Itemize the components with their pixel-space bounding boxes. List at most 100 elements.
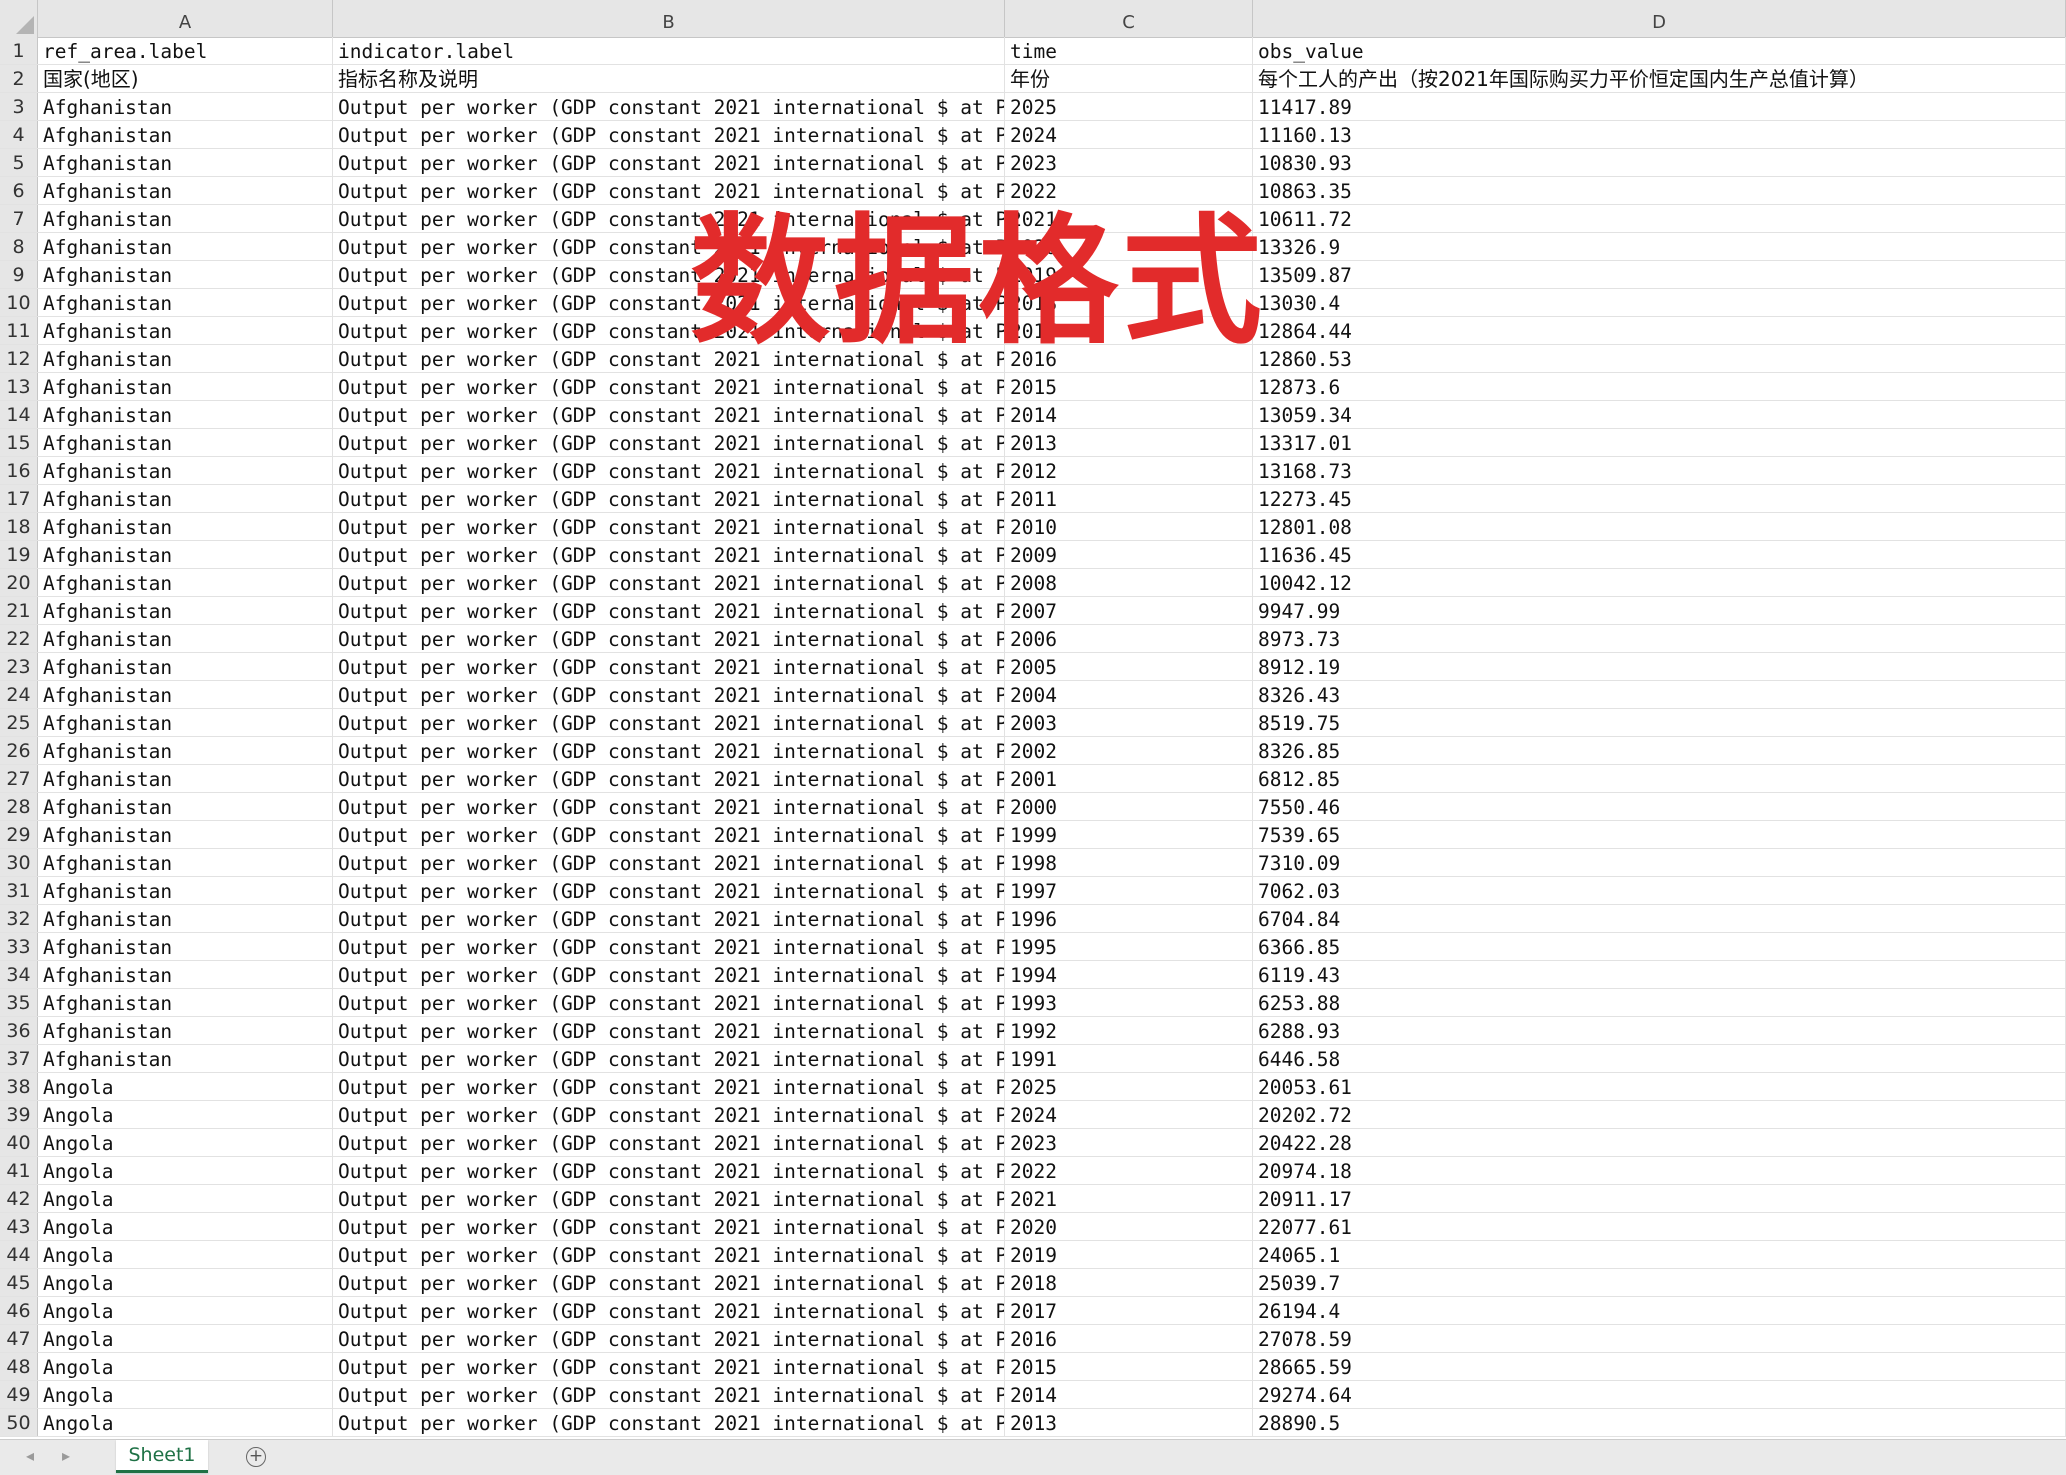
cell-c[interactable]: 2022 <box>1005 1157 1253 1184</box>
cell-d[interactable]: 12801.08 <box>1253 513 2066 540</box>
cell-d[interactable]: 8326.43 <box>1253 681 2066 708</box>
cell-d[interactable]: 11417.89 <box>1253 93 2066 120</box>
cell-a[interactable]: Afghanistan <box>38 177 333 204</box>
row-number[interactable]: 4 <box>0 121 38 148</box>
tab-nav-prev-icon[interactable]: ◂ <box>26 1446 34 1465</box>
cell-b[interactable]: Output per worker (GDP constant 2021 int… <box>333 961 1005 988</box>
cell-c[interactable]: 2010 <box>1005 513 1253 540</box>
cell-b[interactable]: Output per worker (GDP constant 2021 int… <box>333 1045 1005 1072</box>
cell-c[interactable]: 1997 <box>1005 877 1253 904</box>
cell-a[interactable]: Afghanistan <box>38 289 333 316</box>
cell-a[interactable]: Afghanistan <box>38 485 333 512</box>
cell-d[interactable]: 9947.99 <box>1253 597 2066 624</box>
cell-b[interactable]: Output per worker (GDP constant 2021 int… <box>333 1353 1005 1380</box>
row-number[interactable]: 46 <box>0 1297 38 1324</box>
cell-b[interactable]: Output per worker (GDP constant 2021 int… <box>333 1381 1005 1408</box>
cell-d[interactable]: 12273.45 <box>1253 485 2066 512</box>
row-number[interactable]: 13 <box>0 373 38 400</box>
cell-a[interactable]: Afghanistan <box>38 345 333 372</box>
cell-a[interactable]: Angola <box>38 1409 333 1436</box>
cell-a[interactable]: Angola <box>38 1185 333 1212</box>
cell-a[interactable]: Afghanistan <box>38 513 333 540</box>
cell-c[interactable]: 2018 <box>1005 1269 1253 1296</box>
cell-d[interactable]: 7310.09 <box>1253 849 2066 876</box>
cell-c[interactable]: 1996 <box>1005 905 1253 932</box>
cell-b[interactable]: Output per worker (GDP constant 2021 int… <box>333 933 1005 960</box>
cell-d[interactable]: 20053.61 <box>1253 1073 2066 1100</box>
cell-b[interactable]: Output per worker (GDP constant 2021 int… <box>333 261 1005 288</box>
row-number[interactable]: 40 <box>0 1129 38 1156</box>
cell-a[interactable]: Afghanistan <box>38 681 333 708</box>
cell-d[interactable]: 10611.72 <box>1253 205 2066 232</box>
cell-b[interactable]: Output per worker (GDP constant 2021 int… <box>333 1297 1005 1324</box>
cell-a[interactable]: Afghanistan <box>38 121 333 148</box>
cell-c[interactable]: 2024 <box>1005 121 1253 148</box>
cell-a[interactable]: Angola <box>38 1353 333 1380</box>
cell-c[interactable]: 2020 <box>1005 1213 1253 1240</box>
cell-c[interactable]: 2009 <box>1005 541 1253 568</box>
cell-c[interactable]: 1999 <box>1005 821 1253 848</box>
cell-b[interactable]: Output per worker (GDP constant 2021 int… <box>333 989 1005 1016</box>
row-number[interactable]: 14 <box>0 401 38 428</box>
row-number[interactable]: 50 <box>0 1409 38 1436</box>
column-header-c[interactable]: C <box>1005 0 1253 37</box>
cell-c[interactable]: 2014 <box>1005 1381 1253 1408</box>
cell-c[interactable]: 2023 <box>1005 149 1253 176</box>
cell-c[interactable]: 1995 <box>1005 933 1253 960</box>
row-number[interactable]: 9 <box>0 261 38 288</box>
cell-d[interactable]: 28665.59 <box>1253 1353 2066 1380</box>
tab-nav-next-icon[interactable]: ▸ <box>62 1446 70 1465</box>
cell-b[interactable]: Output per worker (GDP constant 2021 int… <box>333 401 1005 428</box>
column-header-b[interactable]: B <box>333 0 1005 37</box>
cell-a[interactable]: Afghanistan <box>38 849 333 876</box>
cell-a[interactable]: Afghanistan <box>38 1017 333 1044</box>
cell-a[interactable]: Afghanistan <box>38 597 333 624</box>
cell-a[interactable]: Afghanistan <box>38 625 333 652</box>
cell-a[interactable]: Afghanistan <box>38 933 333 960</box>
cell-b[interactable]: Output per worker (GDP constant 2021 int… <box>333 597 1005 624</box>
row-number[interactable]: 27 <box>0 765 38 792</box>
cell-d[interactable]: 6119.43 <box>1253 961 2066 988</box>
cell-d[interactable]: 13059.34 <box>1253 401 2066 428</box>
cell-c[interactable]: 2013 <box>1005 429 1253 456</box>
cell-d[interactable]: 22077.61 <box>1253 1213 2066 1240</box>
cell-c[interactable]: 2017 <box>1005 317 1253 344</box>
cell-d[interactable]: 11636.45 <box>1253 541 2066 568</box>
cell-a[interactable]: Afghanistan <box>38 821 333 848</box>
cell-c[interactable]: 2001 <box>1005 765 1253 792</box>
cell-c[interactable]: 2025 <box>1005 1073 1253 1100</box>
cell-b[interactable]: Output per worker (GDP constant 2021 int… <box>333 821 1005 848</box>
cell-d[interactable]: 20974.18 <box>1253 1157 2066 1184</box>
row-number[interactable]: 2 <box>0 65 38 92</box>
row-number[interactable]: 39 <box>0 1101 38 1128</box>
cell-c[interactable]: 2005 <box>1005 653 1253 680</box>
cell-d[interactable]: 7539.65 <box>1253 821 2066 848</box>
row-number[interactable]: 44 <box>0 1241 38 1268</box>
cell-b[interactable]: Output per worker (GDP constant 2021 int… <box>333 373 1005 400</box>
cell-c[interactable]: 2017 <box>1005 1297 1253 1324</box>
row-number[interactable]: 25 <box>0 709 38 736</box>
cell-a[interactable]: Afghanistan <box>38 429 333 456</box>
cell-b[interactable]: Output per worker (GDP constant 2021 int… <box>333 681 1005 708</box>
tab-sheet1[interactable]: Sheet1 <box>116 1440 208 1473</box>
cell-c[interactable]: 1998 <box>1005 849 1253 876</box>
cell-d[interactable]: 20422.28 <box>1253 1129 2066 1156</box>
cell-c[interactable]: 2013 <box>1005 1409 1253 1436</box>
row-number[interactable]: 12 <box>0 345 38 372</box>
cell-d[interactable]: 12864.44 <box>1253 317 2066 344</box>
cell-a[interactable]: Afghanistan <box>38 765 333 792</box>
cell-c[interactable]: 2018 <box>1005 289 1253 316</box>
row-number[interactable]: 24 <box>0 681 38 708</box>
cell-d[interactable]: 12873.6 <box>1253 373 2066 400</box>
row-number[interactable]: 26 <box>0 737 38 764</box>
cell-a[interactable]: Afghanistan <box>38 737 333 764</box>
cell-d[interactable]: 7062.03 <box>1253 877 2066 904</box>
cell-d[interactable]: 8973.73 <box>1253 625 2066 652</box>
row-number[interactable]: 28 <box>0 793 38 820</box>
row-number[interactable]: 10 <box>0 289 38 316</box>
row-number[interactable]: 36 <box>0 1017 38 1044</box>
cell-a[interactable]: Afghanistan <box>38 709 333 736</box>
cell-c[interactable]: 2021 <box>1005 1185 1253 1212</box>
cell-b[interactable]: Output per worker (GDP constant 2021 int… <box>333 653 1005 680</box>
column-header-d[interactable]: D <box>1253 0 2066 37</box>
